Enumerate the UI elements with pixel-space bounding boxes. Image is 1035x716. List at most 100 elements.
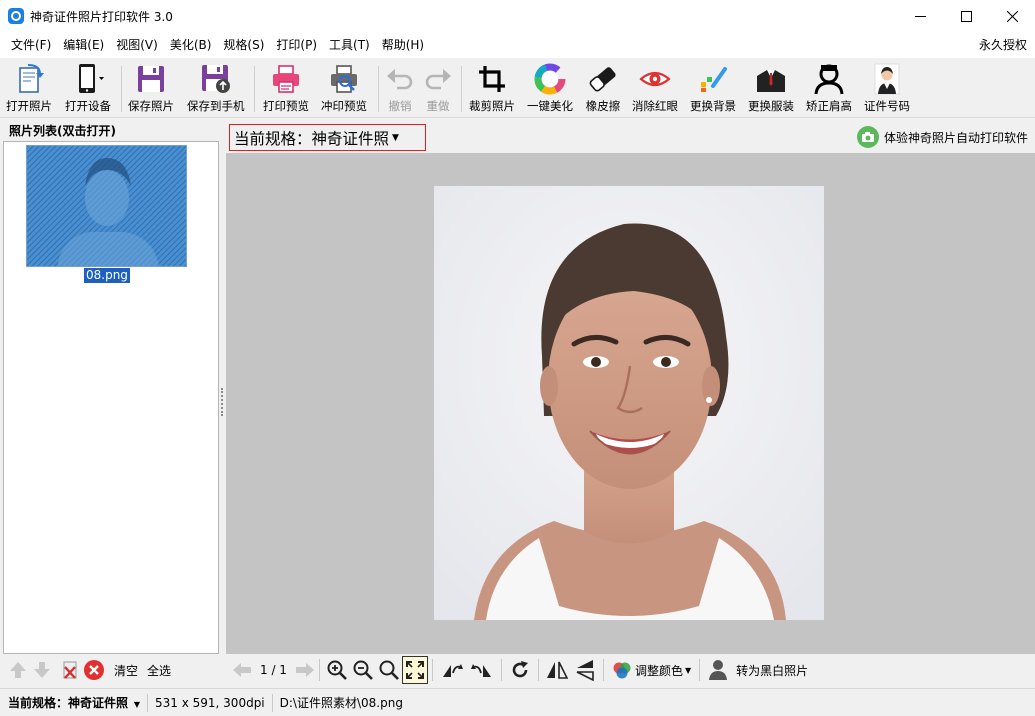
rgb-circles-icon	[613, 662, 631, 679]
status-spec[interactable]: 当前规格：神奇证件照 ▼	[0, 693, 148, 712]
open-device-label: 打开设备	[65, 99, 111, 113]
color-wheel-icon	[532, 62, 568, 96]
undo-label: 撤销	[388, 99, 412, 113]
app-icon	[8, 8, 24, 24]
menu-tools[interactable]: 工具(T)	[323, 32, 376, 58]
open-device-button[interactable]: 打开设备	[65, 62, 111, 116]
promo-icon	[856, 126, 879, 148]
id-number-label: 证件号码	[864, 99, 910, 113]
save-photo-button[interactable]: 保存照片	[128, 62, 174, 116]
photo-list-header: 照片列表(双击打开)	[0, 122, 224, 140]
change-background-label: 更换背景	[690, 99, 736, 113]
menu-view[interactable]: 视图(V)	[110, 32, 164, 58]
flip-vertical-icon[interactable]	[571, 656, 599, 684]
toolbar-divider	[378, 66, 379, 112]
fit-to-window-icon[interactable]	[401, 656, 428, 684]
select-all-button[interactable]: 全选	[147, 662, 171, 679]
menu-beautify[interactable]: 美化(B)	[164, 32, 218, 58]
promo-link[interactable]: 体验神奇照片自动打印软件	[856, 126, 1028, 148]
crop-button[interactable]: 裁剪照片	[469, 62, 515, 116]
user-icon	[709, 660, 728, 680]
correct-shoulders-button[interactable]: 矫正肩高	[806, 62, 852, 116]
panel-splitter[interactable]	[221, 388, 223, 416]
one-click-beautify-label: 一键美化	[527, 99, 573, 113]
tools-divider	[431, 659, 433, 681]
promo-text: 体验神奇照片自动打印软件	[883, 130, 1028, 145]
menu-spec[interactable]: 规格(S)	[217, 32, 270, 58]
thumbnail-filename[interactable]: 08.png	[84, 268, 130, 283]
undo-button[interactable]: 撤销	[382, 62, 418, 116]
remove-red-eye-label: 消除红眼	[632, 99, 678, 113]
save-to-phone-icon	[198, 62, 234, 96]
clear-button[interactable]: 清空	[114, 662, 138, 679]
menu-help[interactable]: 帮助(H)	[376, 32, 430, 58]
flip-horizontal-icon[interactable]	[543, 656, 571, 684]
main-header: 当前规格：神奇证件照 ▼ 体验神奇照片自动打印软件	[226, 122, 1035, 153]
previous-page-icon[interactable]	[232, 656, 252, 684]
zoom-out-icon[interactable]	[350, 656, 376, 684]
toolbar: 打开照片 打开设备 保存照片 保存到手机 打印预览 冲印预览 撤销 重做 裁剪照…	[0, 58, 1035, 118]
remove-icon[interactable]	[82, 658, 106, 682]
spec-selector[interactable]: 当前规格：神奇证件照 ▼	[229, 124, 426, 151]
redo-button[interactable]: 重做	[420, 62, 456, 116]
eraser-label: 橡皮擦	[585, 99, 621, 113]
menu-file[interactable]: 文件(F)	[5, 32, 57, 58]
license-link[interactable]: 永久授权	[979, 32, 1027, 58]
tools-divider	[602, 659, 604, 681]
move-down-icon[interactable]	[30, 658, 54, 682]
tools-divider	[699, 659, 701, 681]
photo-canvas[interactable]	[226, 153, 1035, 654]
minimize-button[interactable]	[897, 0, 943, 32]
status-file-path: D:\证件照素材\08.png	[279, 695, 403, 710]
open-photo-icon	[11, 62, 47, 96]
print-search-icon	[326, 62, 362, 96]
move-up-icon[interactable]	[6, 658, 30, 682]
id-photo-icon	[869, 62, 905, 96]
spec-selector-label: 当前规格：神奇证件照	[234, 129, 390, 148]
redo-label: 重做	[426, 99, 450, 113]
adjust-color-label: 调整颜色	[634, 663, 683, 678]
refresh-icon[interactable]	[506, 656, 534, 684]
chevron-down-icon: ▼	[133, 699, 140, 709]
change-background-button[interactable]: 更换背景	[690, 62, 736, 116]
eraser-button[interactable]: 橡皮擦	[585, 62, 621, 116]
photo-list-actions: 清空 全选	[0, 656, 224, 684]
close-button[interactable]	[989, 0, 1035, 32]
actual-size-icon[interactable]	[376, 656, 402, 684]
status-spec-text: 当前规格：神奇证件照	[8, 695, 129, 710]
save-to-phone-button[interactable]: 保存到手机	[187, 62, 245, 116]
print-preview-button[interactable]: 打印预览	[263, 62, 309, 116]
crop-icon	[474, 62, 510, 96]
toolbar-divider	[461, 66, 462, 112]
rotate-left-icon[interactable]	[437, 656, 467, 684]
grayscale-button[interactable]: 转为黑白照片	[704, 656, 812, 684]
change-clothes-label: 更换服装	[748, 99, 794, 113]
menu-bar: 文件(F) 编辑(E) 视图(V) 美化(B) 规格(S) 打印(P) 工具(T…	[0, 32, 1035, 58]
open-photo-button[interactable]: 打开照片	[6, 62, 52, 116]
tools-divider	[537, 659, 539, 681]
tools-divider	[500, 659, 502, 681]
change-clothes-button[interactable]: 更换服装	[748, 62, 794, 116]
save-photo-label: 保存照片	[128, 99, 174, 113]
photo-list[interactable]: 08.png	[3, 141, 219, 654]
paint-brush-icon	[695, 62, 731, 96]
status-bar: 当前规格：神奇证件照 ▼ 531 x 591, 300dpi D:\证件照素材\…	[0, 688, 1035, 716]
next-page-icon[interactable]	[295, 656, 315, 684]
zoom-in-icon[interactable]	[324, 656, 350, 684]
remove-red-eye-button[interactable]: 消除红眼	[632, 62, 678, 116]
window-title: 神奇证件照片打印软件 3.0	[30, 9, 173, 24]
window-controls	[897, 0, 1035, 32]
menu-edit[interactable]: 编辑(E)	[57, 32, 110, 58]
menu-print[interactable]: 打印(P)	[270, 32, 323, 58]
one-click-beautify-button[interactable]: 一键美化	[527, 62, 573, 116]
maximize-button[interactable]	[943, 0, 989, 32]
adjust-color-button[interactable]: 调整颜色 ▼	[608, 656, 695, 684]
delete-file-icon[interactable]	[58, 658, 82, 682]
id-number-button[interactable]: 证件号码	[864, 62, 910, 116]
develop-preview-label: 冲印预览	[321, 99, 367, 113]
rotate-right-icon[interactable]	[467, 656, 497, 684]
photo-thumbnail[interactable]	[26, 145, 187, 267]
title-bar: 神奇证件照片打印软件 3.0	[0, 0, 1035, 32]
image-tools-bar: 1 / 1 调整颜色 ▼ 转为黑白照片	[226, 654, 1035, 686]
develop-preview-button[interactable]: 冲印预览	[321, 62, 367, 116]
